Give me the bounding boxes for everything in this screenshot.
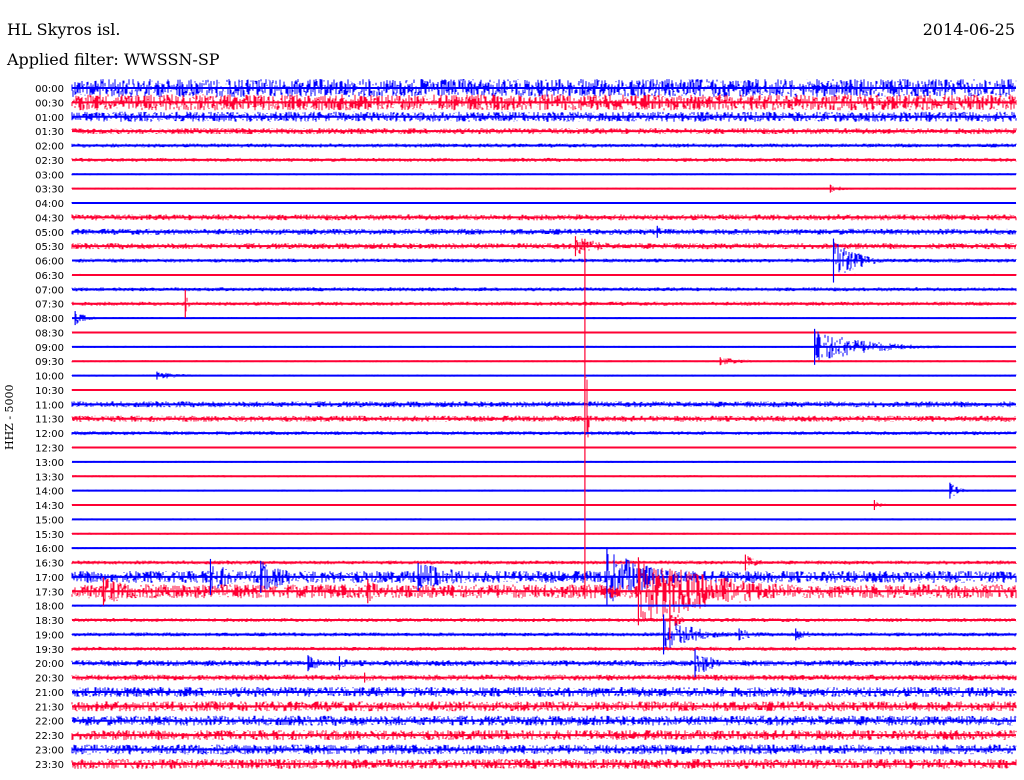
row-time-label: 10:00 <box>35 372 64 383</box>
row-time-label: 02:00 <box>35 142 64 153</box>
row-time-label: 16:00 <box>35 544 64 555</box>
row-time-label: 14:30 <box>35 501 64 512</box>
seismogram-page: HL Skyros isl. 2014-06-25 Applied filter… <box>0 0 1024 780</box>
row-time-label: 09:30 <box>35 357 64 368</box>
helicorder-plot: 00:00 00:30 01:00 01:30 02:00 02:30 03:00 03:30… <box>35 79 1017 771</box>
trace-row-1900 <box>71 620 1017 651</box>
row-time-label: 08:30 <box>35 328 64 339</box>
trace-row-1130 <box>71 377 1017 585</box>
row-time-label: 03:30 <box>35 185 64 196</box>
row-time-label: 08:00 <box>35 314 64 325</box>
row-time-label: 11:00 <box>35 400 64 411</box>
row-time-label: 15:00 <box>35 515 64 526</box>
row-time-label: 16:30 <box>35 559 64 570</box>
row-time-label: 06:00 <box>35 257 64 268</box>
row-time-label: 01:30 <box>35 127 64 138</box>
row-time-label: 12:30 <box>35 444 64 455</box>
row-time-label: 04:00 <box>35 199 64 210</box>
row-time-label: 01:00 <box>35 113 64 124</box>
row-time-label: 20:00 <box>35 659 64 670</box>
row-time-label: 21:00 <box>35 688 64 699</box>
row-time-label: 13:30 <box>35 472 64 483</box>
row-time-label: 00:00 <box>35 84 64 95</box>
row-time-label: 23:00 <box>35 745 64 756</box>
trace-row-1830 <box>71 605 1017 626</box>
row-time-label: 07:00 <box>35 285 64 296</box>
row-time-label: 22:00 <box>35 717 64 728</box>
row-time-label: 18:00 <box>35 602 64 613</box>
row-time-label: 07:30 <box>35 300 64 311</box>
row-time-label: 03:00 <box>35 170 64 181</box>
row-time-label: 23:30 <box>35 760 64 771</box>
row-time-label: 19:30 <box>35 645 64 656</box>
row-time-label: 21:30 <box>35 702 64 713</box>
row-time-label: 18:30 <box>35 616 64 627</box>
row-time-label: 05:30 <box>35 242 64 253</box>
row-time-label: 13:00 <box>35 458 64 469</box>
row-time-label: 22:30 <box>35 731 64 742</box>
row-time-label: 11:30 <box>35 415 64 426</box>
row-time-label: 10:30 <box>35 386 64 397</box>
row-time-label: 17:30 <box>35 587 64 598</box>
row-time-label: 12:00 <box>35 429 64 440</box>
row-time-label: 05:00 <box>35 228 64 239</box>
row-time-label: 20:30 <box>35 674 64 685</box>
row-time-label: 14:00 <box>35 487 64 498</box>
row-time-label: 04:30 <box>35 213 64 224</box>
row-time-label: 09:00 <box>35 343 64 354</box>
row-time-label: 17:00 <box>35 573 64 584</box>
row-time-label: 15:30 <box>35 530 64 541</box>
row-time-label: 00:30 <box>35 98 64 109</box>
row-time-label: 19:00 <box>35 630 64 641</box>
row-time-label: 02:30 <box>35 156 64 167</box>
row-time-label: 06:30 <box>35 271 64 282</box>
